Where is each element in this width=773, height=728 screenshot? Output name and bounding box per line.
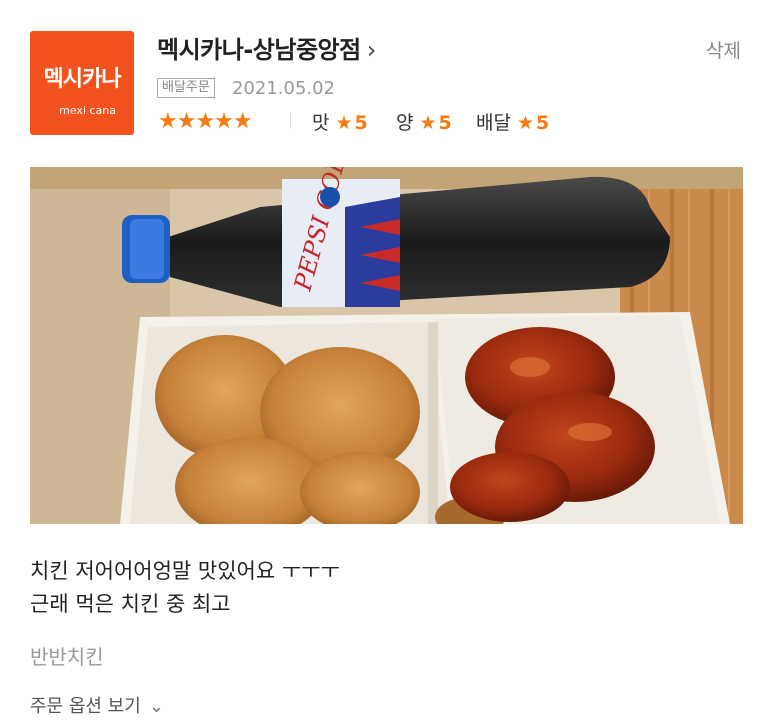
- delivery-score: 5: [536, 112, 550, 134]
- store-name: 멕시카나-상남중앙점: [157, 36, 361, 64]
- logo-subtext: mexi cana: [59, 104, 116, 117]
- quantity-score: 5: [438, 112, 452, 134]
- review-photo[interactable]: PEPSI COLA: [30, 167, 743, 524]
- delete-button[interactable]: 삭제: [706, 36, 741, 63]
- quantity-label: 양: [396, 112, 414, 134]
- quantity-rating: 양 ★ 5: [396, 108, 452, 135]
- star-icon: ★: [516, 112, 535, 134]
- rating-divider: [290, 113, 291, 129]
- logo-text: 멕시카나: [43, 67, 122, 92]
- review-line-2: 근래 먹은 치킨 중 최고: [30, 592, 231, 616]
- chevron-right-icon: ›: [366, 36, 377, 64]
- store-logo[interactable]: 멕시카나 mexi cana: [30, 31, 134, 135]
- chevron-down-icon: ⌄: [148, 696, 164, 717]
- taste-label: 맛: [312, 112, 330, 134]
- review-text: 치킨 저어어어엉말 맛있어요 ㅜㅜㅜ 근래 먹은 치킨 중 최고: [30, 555, 340, 621]
- ordered-menu-item: 반반치킨: [30, 645, 104, 669]
- star-icon: ★: [335, 112, 353, 134]
- delivery-rating: 배달 ★ 5: [476, 108, 549, 135]
- chicken-and-cola-photo: PEPSI COLA: [30, 167, 743, 524]
- taste-rating: 맛 ★ 5: [312, 108, 368, 135]
- overall-rating-stars: ★★★★★: [158, 109, 253, 134]
- delivery-label: 배달: [476, 112, 511, 134]
- taste-score: 5: [354, 112, 368, 134]
- view-order-options-button[interactable]: 주문 옵션 보기 ⌄: [30, 692, 164, 718]
- store-name-link[interactable]: 멕시카나-상남중앙점 ›: [157, 30, 376, 65]
- review-line-1: 치킨 저어어어엉말 맛있어요 ㅜㅜㅜ: [30, 559, 340, 583]
- order-type-badge: 배달주문: [157, 78, 215, 98]
- star-icon: ★: [419, 112, 437, 134]
- options-label: 주문 옵션 보기: [30, 696, 141, 717]
- order-date: 2021.05.02: [232, 78, 336, 99]
